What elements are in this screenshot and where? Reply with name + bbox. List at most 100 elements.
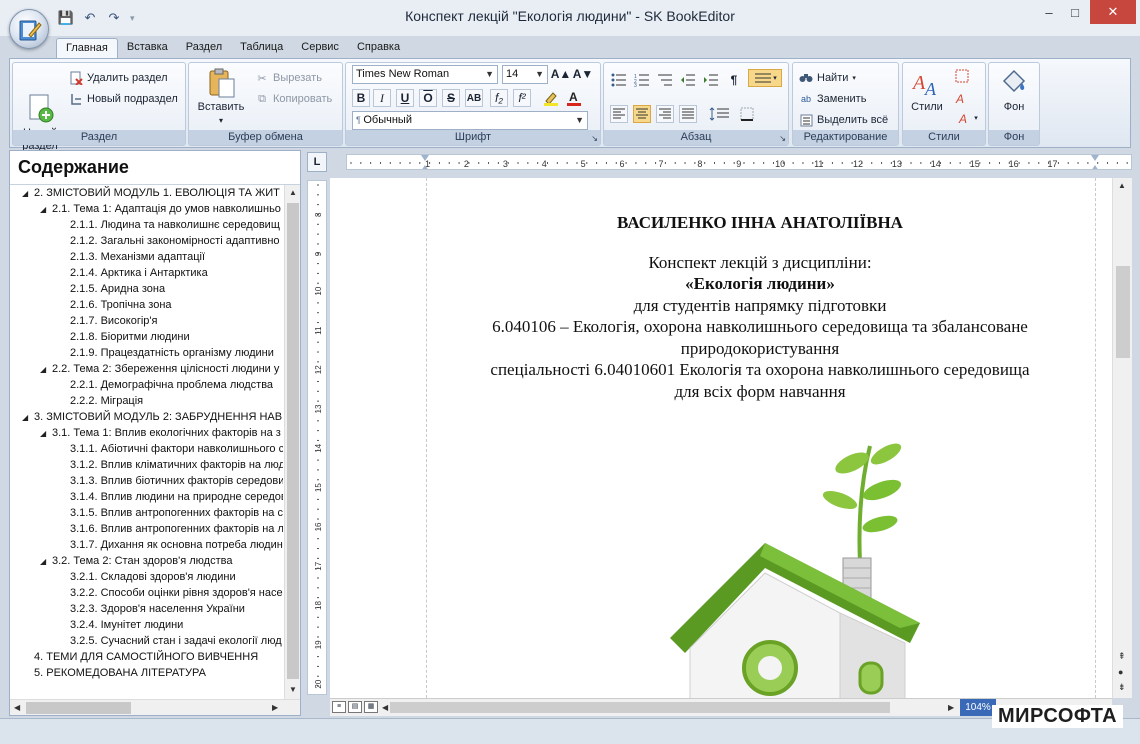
tab-insert[interactable]: Вставка — [118, 38, 177, 58]
close-button[interactable]: ✕ — [1090, 0, 1136, 24]
scroll-thumb[interactable] — [287, 203, 299, 679]
vertical-ruler[interactable]: 8 9 10 11 12 13 14 15 16 17 18 19 20 — [307, 180, 327, 695]
normal-view-icon[interactable]: ≡ — [332, 701, 346, 713]
line-spacing-icon[interactable] — [708, 105, 732, 123]
multilevel-list-icon[interactable] — [656, 71, 674, 89]
app-menu-button[interactable] — [9, 9, 49, 49]
web-view-icon[interactable]: ▤ — [348, 701, 362, 713]
font-size-select[interactable]: 14 ▼ — [502, 65, 548, 84]
scroll-up-icon[interactable]: ▲ — [289, 188, 297, 197]
decrease-indent-icon[interactable] — [679, 71, 697, 89]
pilcrow-icon[interactable]: ¶ — [725, 71, 743, 89]
strikethrough-button[interactable]: S — [442, 89, 460, 107]
tree-item[interactable]: 2.1.2. Загальні закономірності адаптивно — [58, 233, 280, 249]
style-select[interactable]: ¶ Обычный ▼ — [352, 111, 588, 130]
borders-icon[interactable] — [738, 105, 756, 123]
numbered-list-icon[interactable]: 123 — [633, 71, 651, 89]
replace-button[interactable]: ab Заменить — [799, 90, 866, 108]
horizontal-scroll-thumb[interactable] — [390, 702, 890, 713]
tree-item[interactable]: 3.1.3. Вплив біотичних факторів середови — [58, 473, 283, 489]
tree-item[interactable]: 3.1.2. Вплив кліматичних факторів на люд — [58, 457, 283, 473]
find-button[interactable]: Найти ▾ — [799, 69, 856, 87]
scroll-left-icon[interactable]: ◀ — [382, 703, 388, 712]
expand-arrow-icon[interactable]: ◢ — [40, 362, 52, 378]
copy-button[interactable]: ⧉ Копировать — [255, 90, 332, 108]
tree-item[interactable]: 2.1.9. Працездатність організму людини — [58, 345, 274, 361]
tab-stop-selector[interactable]: L — [307, 152, 327, 172]
tree-item[interactable]: 2.2.1. Демографічна проблема людства — [58, 377, 273, 393]
font-name-select[interactable]: Times New Roman ▼ — [352, 65, 498, 84]
scroll-up-icon[interactable]: ▲ — [1118, 181, 1126, 190]
tab-home[interactable]: Главная — [56, 38, 118, 58]
page-view-icon[interactable]: ▦ — [364, 701, 378, 713]
tree-item[interactable]: 3.2.2. Способи оцінки рівня здоров'я нас… — [58, 585, 283, 601]
bullet-list-icon[interactable] — [610, 71, 628, 89]
tree-item[interactable]: 2.1.5. Аридна зона — [58, 281, 165, 297]
change-style-icon[interactable]: A — [953, 89, 971, 107]
contents-vertical-scrollbar[interactable]: ▲ ▼ — [284, 185, 300, 699]
align-justify-icon[interactable] — [679, 105, 697, 123]
tree-item[interactable]: 2.1.6. Тропічна зона — [58, 297, 172, 313]
tree-item[interactable]: 3.1.4. Вплив людини на природне середов — [58, 489, 283, 505]
clear-style-icon[interactable]: A ▾ — [953, 109, 983, 127]
tree-item[interactable]: 2.1.4. Арктика і Антарктика — [58, 265, 208, 281]
tree-item[interactable]: ◢ 2.2. Тема 2: Збереження цілісності люди… — [40, 361, 279, 377]
browse-object-icon[interactable]: ● — [1118, 667, 1123, 677]
tree-item[interactable]: 2.1.7. Високогір'я — [58, 313, 157, 329]
expand-arrow-icon[interactable]: ◢ — [40, 202, 52, 218]
tree-item[interactable]: 2.1.8. Біоритми людини — [58, 329, 190, 345]
shrink-font-button[interactable]: A▼ — [573, 65, 594, 83]
tree-item[interactable]: 3.1.7. Дихання як основна потреба людин — [58, 537, 283, 553]
highlight-icon[interactable] — [542, 89, 560, 107]
select-all-button[interactable]: Выделить всё — [799, 111, 888, 129]
tab-section[interactable]: Раздел — [177, 38, 231, 58]
expand-arrow-icon[interactable]: ◢ — [40, 554, 52, 570]
tree-item[interactable]: 3.2.5. Сучасний стан і задачі екології л… — [58, 633, 282, 649]
tree-item[interactable]: ◢ 2.1. Тема 1: Адаптація до умов навколиш… — [40, 201, 281, 217]
align-right-icon[interactable] — [656, 105, 674, 123]
tab-help[interactable]: Справка — [348, 38, 409, 58]
delete-section-button[interactable]: Удалить раздел — [69, 69, 168, 87]
font-color-icon[interactable]: A — [565, 89, 583, 107]
scroll-down-icon[interactable]: ▼ — [289, 685, 297, 694]
scroll-right-icon[interactable]: ▶ — [272, 703, 278, 712]
paragraph-style-button[interactable]: ▾ — [748, 69, 782, 87]
tree-item[interactable]: 5. РЕКОМЕДОВАНА ЛІТЕРАТУРА — [22, 665, 206, 681]
italic-button[interactable]: I — [373, 89, 391, 107]
bold-button[interactable]: B — [352, 89, 370, 107]
document-editor[interactable]: ВАСИЛЕНКО ІННА АНАТОЛІЇВНА Конспект лекц… — [330, 178, 1112, 698]
tree-item[interactable]: 3.1.6. Вплив антропогенних факторів на л — [58, 521, 283, 537]
tree-item[interactable]: 3.2.4. Імунітет людини — [58, 617, 183, 633]
tree-item[interactable]: 3.1.5. Вплив антропогенних факторів на с — [58, 505, 283, 521]
scroll-right-icon[interactable]: ▶ — [948, 703, 954, 712]
tree-item[interactable]: 4. ТЕМИ ДЛЯ САМОСТІЙНОГО ВИВЧЕННЯ — [22, 649, 258, 665]
align-center-icon[interactable] — [633, 105, 651, 123]
tree-item[interactable]: ◢ 3.1. Тема 1: Вплив екологічних факторів… — [40, 425, 281, 441]
font-dialog-launcher-icon[interactable]: ↘ — [591, 134, 598, 143]
expand-arrow-icon[interactable]: ◢ — [40, 426, 52, 442]
overline-button[interactable]: O — [419, 89, 437, 107]
align-left-icon[interactable] — [610, 105, 628, 123]
background-button[interactable]: Фон — [993, 67, 1035, 114]
tab-table[interactable]: Таблица — [231, 38, 292, 58]
increase-indent-icon[interactable] — [702, 71, 720, 89]
document-vertical-scrollbar[interactable]: ▲ ⇞ ● ⇟ — [1112, 178, 1132, 698]
document-content[interactable]: ВАСИЛЕНКО ІННА АНАТОЛІЇВНА Конспект лекц… — [430, 212, 1090, 402]
page-down-icon[interactable]: ⇟ — [1118, 682, 1126, 693]
caps-button[interactable]: AB — [465, 89, 483, 107]
scroll-thumb[interactable] — [1116, 266, 1130, 358]
select-style-icon[interactable] — [953, 67, 971, 85]
grow-font-button[interactable]: A▲ — [551, 65, 572, 83]
tree-item[interactable]: 3.2.1. Складові здоров'я людини — [58, 569, 236, 585]
paste-button[interactable]: Вставить ▾ — [195, 67, 247, 127]
superscript-button[interactable]: f² — [513, 89, 531, 107]
expand-arrow-icon[interactable]: ◢ — [22, 410, 34, 426]
maximize-button[interactable]: □ — [1058, 0, 1092, 24]
scroll-left-icon[interactable]: ◀ — [14, 703, 20, 712]
tree-item[interactable]: 2.1.3. Механізми адаптації — [58, 249, 205, 265]
tab-service[interactable]: Сервис — [292, 38, 348, 58]
tree-item[interactable]: 2.2.2. Міграція — [58, 393, 143, 409]
cut-button[interactable]: ✂ Вырезать — [255, 69, 322, 87]
scroll-thumb[interactable] — [26, 702, 131, 714]
underline-button[interactable]: U — [396, 89, 414, 107]
